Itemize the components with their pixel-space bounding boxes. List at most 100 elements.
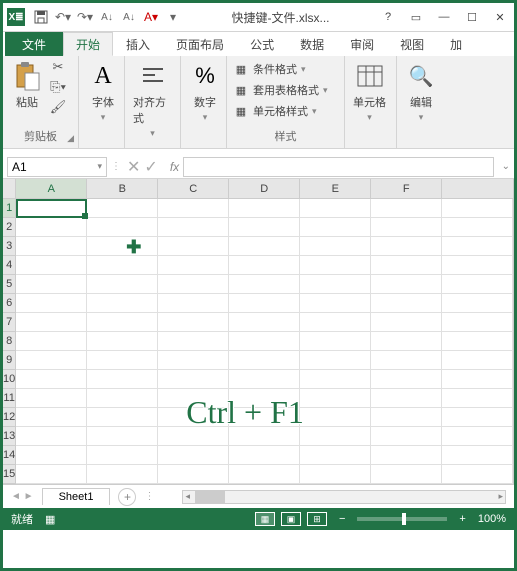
row-header[interactable]: 9 [3, 351, 15, 370]
close-button[interactable]: ✕ [490, 7, 510, 27]
cell[interactable] [229, 237, 300, 256]
table-format-button[interactable]: ▦套用表格格式▾ [231, 81, 330, 99]
cell[interactable] [300, 237, 371, 256]
cell[interactable] [442, 294, 513, 313]
cell[interactable] [300, 465, 371, 484]
cell[interactable] [158, 332, 229, 351]
zoom-slider[interactable] [357, 517, 447, 521]
cell[interactable] [158, 275, 229, 294]
maximize-button[interactable]: ☐ [462, 7, 482, 27]
tab-file[interactable]: 文件 [5, 32, 63, 56]
cell[interactable] [229, 313, 300, 332]
copy-icon[interactable]: ⎘▾ [49, 78, 67, 96]
cell[interactable] [442, 351, 513, 370]
cell[interactable] [229, 218, 300, 237]
cell[interactable] [300, 275, 371, 294]
sheet-nav-arrows[interactable]: ◄ ► [11, 491, 34, 502]
cell[interactable] [229, 199, 300, 218]
cell[interactable] [87, 256, 158, 275]
cell[interactable] [300, 218, 371, 237]
cell[interactable] [229, 332, 300, 351]
cell[interactable] [371, 199, 442, 218]
cell[interactable] [87, 370, 158, 389]
cell[interactable] [442, 370, 513, 389]
cell[interactable] [371, 313, 442, 332]
cell[interactable] [371, 275, 442, 294]
row-header[interactable]: 7 [3, 313, 15, 332]
column-header[interactable]: C [158, 179, 229, 198]
cell[interactable] [87, 427, 158, 446]
row-header[interactable]: 5 [3, 275, 15, 294]
sheet-tab[interactable]: Sheet1 [42, 488, 111, 505]
cell[interactable] [300, 294, 371, 313]
select-all-corner[interactable] [3, 179, 15, 199]
tab-view[interactable]: 视图 [387, 32, 437, 56]
cell[interactable] [371, 332, 442, 351]
cell[interactable] [16, 446, 87, 465]
edit-button[interactable]: 🔍编辑▾ [401, 58, 441, 125]
cell[interactable] [300, 256, 371, 275]
row-header[interactable]: 6 [3, 294, 15, 313]
row-header[interactable]: 10 [3, 370, 15, 389]
cell[interactable] [442, 446, 513, 465]
tab-insert[interactable]: 插入 [113, 32, 163, 56]
normal-view-button[interactable]: ▦ [255, 512, 275, 526]
cell[interactable] [371, 351, 442, 370]
cell[interactable] [87, 199, 158, 218]
column-header[interactable]: F [371, 179, 442, 198]
cell[interactable] [16, 408, 87, 427]
cell[interactable] [442, 465, 513, 484]
cell[interactable] [442, 256, 513, 275]
row-header[interactable]: 12 [3, 408, 15, 427]
row-header[interactable]: 4 [3, 256, 15, 275]
cell[interactable] [300, 427, 371, 446]
cell[interactable] [442, 199, 513, 218]
cell[interactable] [158, 351, 229, 370]
font-color-icon[interactable]: A▾ [141, 7, 161, 27]
macro-icon[interactable]: ▦ [45, 513, 55, 526]
cell[interactable] [300, 313, 371, 332]
cell[interactable] [87, 294, 158, 313]
format-painter-icon[interactable]: 🖌 [49, 98, 67, 116]
font-button[interactable]: A字体▾ [83, 58, 123, 125]
column-header[interactable]: E [300, 179, 371, 198]
cell[interactable] [229, 351, 300, 370]
row-header[interactable]: 14 [3, 446, 15, 465]
align-button[interactable]: 对齐方式▾ [129, 58, 176, 141]
cell[interactable] [158, 199, 229, 218]
row-header[interactable]: 8 [3, 332, 15, 351]
cell[interactable] [87, 408, 158, 427]
cell[interactable] [229, 465, 300, 484]
page-layout-view-button[interactable]: ▣ [281, 512, 301, 526]
tab-review[interactable]: 审阅 [337, 32, 387, 56]
redo-icon[interactable]: ↷▾ [75, 7, 95, 27]
zoom-out-button[interactable]: − [339, 513, 345, 525]
cell[interactable] [371, 408, 442, 427]
cell[interactable] [158, 218, 229, 237]
cell[interactable] [87, 237, 158, 256]
cell[interactable] [16, 389, 87, 408]
cell[interactable] [371, 218, 442, 237]
expand-formula-icon[interactable]: ⌄ [498, 161, 514, 172]
clipboard-launcher[interactable]: ◢ [67, 133, 74, 144]
cell[interactable] [300, 351, 371, 370]
tab-formulas[interactable]: 公式 [237, 32, 287, 56]
cell[interactable] [229, 256, 300, 275]
cell[interactable] [158, 313, 229, 332]
cell[interactable] [371, 256, 442, 275]
zoom-level[interactable]: 100% [478, 513, 506, 525]
cell[interactable] [300, 370, 371, 389]
cell[interactable] [300, 446, 371, 465]
cell[interactable] [16, 313, 87, 332]
cell[interactable] [442, 408, 513, 427]
page-break-view-button[interactable]: ⊞ [307, 512, 327, 526]
cell[interactable] [442, 313, 513, 332]
cell[interactable] [158, 237, 229, 256]
fx-icon[interactable]: fx [166, 160, 183, 174]
cell[interactable] [16, 465, 87, 484]
formula-bar[interactable] [183, 157, 493, 177]
cell[interactable] [371, 294, 442, 313]
cell[interactable] [16, 275, 87, 294]
help-icon[interactable]: ? [378, 7, 398, 27]
qat-dropdown-icon[interactable]: ▾ [163, 7, 183, 27]
